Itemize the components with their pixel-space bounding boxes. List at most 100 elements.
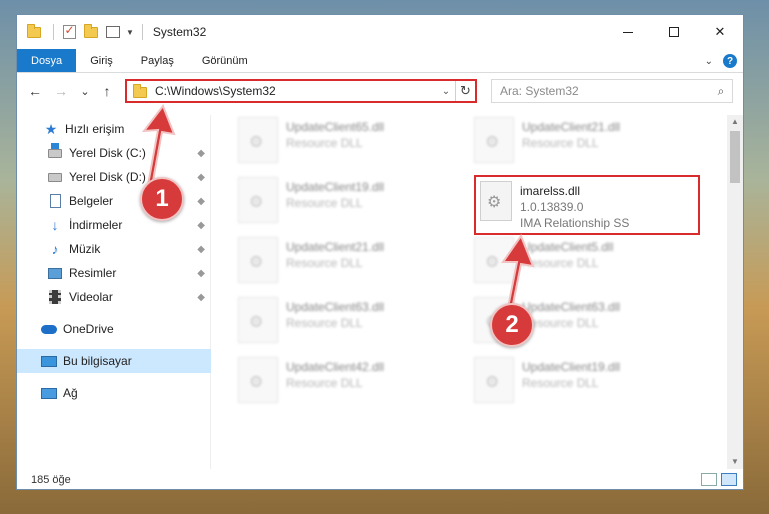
downloads-icon: ↓: [51, 217, 59, 233]
onedrive-icon: [41, 321, 57, 337]
search-icon[interactable]: ⌕: [710, 84, 732, 99]
list-item[interactable]: UpdateClient21.dll Resource DLL: [238, 237, 468, 295]
list-item[interactable]: UpdateClient63.dll Resource DLL: [238, 297, 468, 355]
sidebar-item-label: Videolar: [69, 290, 113, 304]
details-view-icon[interactable]: [701, 473, 717, 486]
file-description: Resource DLL: [286, 316, 363, 330]
properties-icon[interactable]: [104, 23, 122, 41]
file-description: Resource DLL: [286, 376, 363, 390]
sidebar-item-music[interactable]: ♪ Müzik ◆: [17, 237, 211, 261]
pin-icon[interactable]: ◆: [197, 292, 205, 303]
folder-icon: [133, 84, 147, 98]
sidebar-item-onedrive[interactable]: OneDrive: [17, 317, 211, 341]
file-name: UpdateClient19.dll: [522, 360, 621, 374]
qat-customize-dropdown-icon[interactable]: ▼: [126, 28, 134, 37]
item-count: 185 öğe: [31, 474, 71, 486]
navigation-pane: ★ Hızlı erişim Yerel Disk (C:) ◆ Yerel D…: [17, 115, 211, 469]
recent-locations-button[interactable]: ⌄: [75, 81, 95, 101]
list-item[interactable]: UpdateClient21.dll Resource DLL: [474, 117, 704, 175]
sidebar-item-videos[interactable]: Videolar ◆: [17, 285, 211, 309]
file-description: Resource DLL: [522, 256, 599, 270]
up-button[interactable]: ↑: [97, 81, 117, 101]
chevron-down-icon[interactable]: ⌄: [705, 56, 713, 67]
maximize-icon: [669, 27, 679, 37]
ribbon-right-controls: ⌄ ?: [705, 49, 737, 73]
scroll-up-icon[interactable]: ▲: [727, 115, 743, 129]
pin-icon[interactable]: ◆: [197, 268, 205, 279]
vertical-scrollbar[interactable]: ▲ ▼: [727, 115, 743, 469]
sidebar-item-local-disk-d[interactable]: Yerel Disk (D:) ◆: [17, 165, 211, 189]
pin-icon[interactable]: ◆: [197, 148, 205, 159]
tab-gorunum[interactable]: Görünüm: [188, 49, 262, 72]
address-row: ← → ⌄ ↑ C:\Windows\System32 ⌄ ↻ ⌕: [17, 77, 743, 105]
file-version: 1.0.13839.0: [520, 200, 584, 214]
pin-icon[interactable]: ◆: [197, 244, 205, 255]
ribbon-tabs: Dosya Giriş Paylaş Görünüm ⌄ ?: [17, 49, 743, 73]
dll-file-icon: [480, 181, 512, 221]
sidebar-item-downloads[interactable]: ↓ İndirmeler ◆: [17, 213, 211, 237]
pin-icon[interactable]: ◆: [197, 172, 205, 183]
close-button[interactable]: ✕: [697, 15, 743, 49]
file-name: UpdateClient5.dll: [522, 240, 614, 254]
up-arrow-icon: ↑: [103, 83, 111, 99]
tab-paylas[interactable]: Paylaş: [127, 49, 188, 72]
search-input[interactable]: [500, 84, 710, 98]
new-folder-icon[interactable]: [82, 23, 100, 41]
sidebar-item-label: Müzik: [69, 242, 101, 256]
list-item[interactable]: UpdateClient42.dll Resource DLL: [238, 357, 468, 415]
sidebar-item-local-disk-c[interactable]: Yerel Disk (C:) ◆: [17, 141, 211, 165]
scroll-down-icon[interactable]: ▼: [727, 455, 743, 469]
network-icon: [41, 385, 57, 401]
pin-icon[interactable]: ◆: [197, 220, 205, 231]
back-button[interactable]: ←: [25, 81, 45, 101]
drive-windows-icon: [47, 142, 63, 161]
list-item[interactable]: UpdateClient19.dll Resource DLL: [474, 357, 704, 415]
quick-access-toolbar: ▼ System32: [17, 15, 206, 49]
dll-file-icon: [474, 117, 514, 163]
list-item[interactable]: UpdateClient5.dll Resource DLL: [474, 237, 704, 295]
target-dll-file[interactable]: imarelss.dll 1.0.13839.0 IMA Relationshi…: [474, 175, 700, 235]
search-box[interactable]: ⌕: [491, 79, 733, 103]
sidebar-item-this-pc[interactable]: Bu bilgisayar: [17, 349, 211, 373]
file-description: IMA Relationship SS: [520, 216, 630, 230]
sidebar-item-label: Resimler: [69, 266, 117, 280]
address-dropdown-icon[interactable]: ⌄: [437, 86, 455, 97]
address-bar[interactable]: C:\Windows\System32 ⌄ ↻: [125, 79, 477, 103]
title-bar: ▼ System32 ✕: [17, 15, 743, 49]
maximize-button[interactable]: [651, 15, 697, 49]
star-icon: ★: [44, 120, 58, 137]
minimize-button[interactable]: [605, 15, 651, 49]
refresh-button[interactable]: ↻: [455, 81, 475, 101]
file-name: UpdateClient42.dll: [286, 360, 385, 374]
file-description: Resource DLL: [522, 136, 599, 150]
documents-icon: [47, 193, 63, 209]
help-icon[interactable]: ?: [723, 54, 737, 68]
file-name: UpdateClient21.dll: [286, 240, 385, 254]
list-item[interactable]: UpdateClient19.dll Resource DLL: [238, 177, 468, 235]
address-path[interactable]: C:\Windows\System32: [155, 84, 437, 98]
file-name: UpdateClient63.dll: [286, 300, 385, 314]
dll-file-icon: [238, 297, 278, 343]
tab-giris[interactable]: Giriş: [76, 49, 127, 72]
scrollbar-thumb[interactable]: [730, 131, 740, 183]
forward-button[interactable]: →: [51, 81, 71, 101]
window-controls: ✕: [605, 15, 743, 49]
file-name: UpdateClient65.dll: [286, 120, 385, 134]
file-name: UpdateClient21.dll: [522, 120, 621, 134]
step2-badge: 2: [490, 303, 534, 347]
dll-file-icon: [474, 357, 514, 403]
sidebar-item-pictures[interactable]: Resimler ◆: [17, 261, 211, 285]
file-name: UpdateClient63.dll: [522, 300, 621, 314]
tab-dosya[interactable]: Dosya: [17, 49, 77, 72]
sidebar-item-label: Bu bilgisayar: [63, 354, 132, 368]
sidebar-item-label: OneDrive: [63, 322, 114, 336]
properties-check-icon[interactable]: [60, 23, 78, 41]
sidebar-item-quick-access[interactable]: ★ Hızlı erişim: [17, 117, 211, 141]
sidebar-item-network[interactable]: Ağ: [17, 381, 211, 405]
pin-icon[interactable]: ◆: [197, 196, 205, 207]
list-item[interactable]: UpdateClient65.dll Resource DLL: [238, 117, 468, 175]
sidebar-item-label: Ağ: [63, 386, 78, 400]
refresh-icon: ↻: [460, 83, 471, 98]
tiles-view-icon[interactable]: [721, 473, 737, 486]
sidebar-item-label: Yerel Disk (D:): [69, 170, 146, 184]
